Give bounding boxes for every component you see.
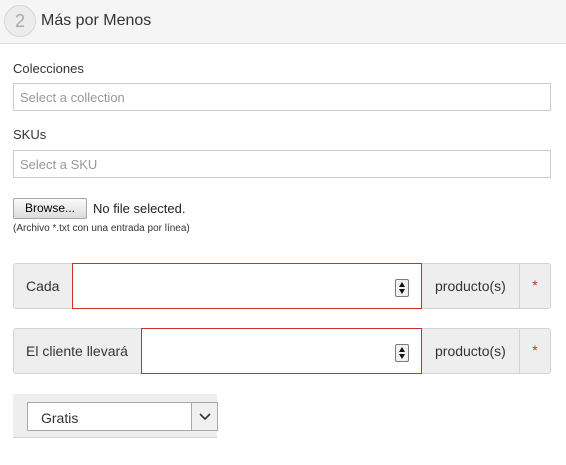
step-number-badge: 2 — [4, 5, 36, 37]
every-label: Cada — [26, 278, 60, 294]
skus-select[interactable]: Select a SKU — [13, 150, 551, 178]
every-quantity-input[interactable] — [72, 263, 422, 309]
required-asterisk: * — [519, 328, 550, 374]
skus-label: SKUs — [13, 127, 47, 142]
chevron-down-icon[interactable] — [191, 403, 217, 430]
collections-select[interactable]: Select a collection — [13, 83, 551, 111]
number-spinner-icon[interactable] — [395, 344, 409, 362]
every-suffix: producto(s) — [435, 278, 506, 294]
number-spinner-icon[interactable] — [395, 279, 409, 297]
section-title: Más por Menos — [41, 12, 152, 29]
customer-label: El cliente llevará — [26, 343, 128, 359]
browse-button[interactable]: Browse... — [13, 198, 87, 219]
discount-type-value: Gratis — [41, 410, 79, 426]
customer-suffix: producto(s) — [435, 343, 506, 359]
file-hint-text: (Archivo *.txt con una entrada por línea… — [13, 223, 190, 234]
customer-quantity-group: El cliente llevará producto(s) * — [13, 328, 551, 374]
collections-label: Colecciones — [13, 61, 84, 76]
discount-type-select[interactable]: Gratis — [27, 402, 218, 431]
file-status-text: No file selected. — [93, 201, 186, 216]
discount-type-wrapper: Gratis — [13, 394, 218, 438]
customer-quantity-input[interactable] — [141, 328, 422, 374]
required-asterisk: * — [519, 263, 550, 309]
section-header: 2 Más por Menos — [0, 0, 566, 44]
every-quantity-group: Cada producto(s) * — [13, 263, 551, 309]
